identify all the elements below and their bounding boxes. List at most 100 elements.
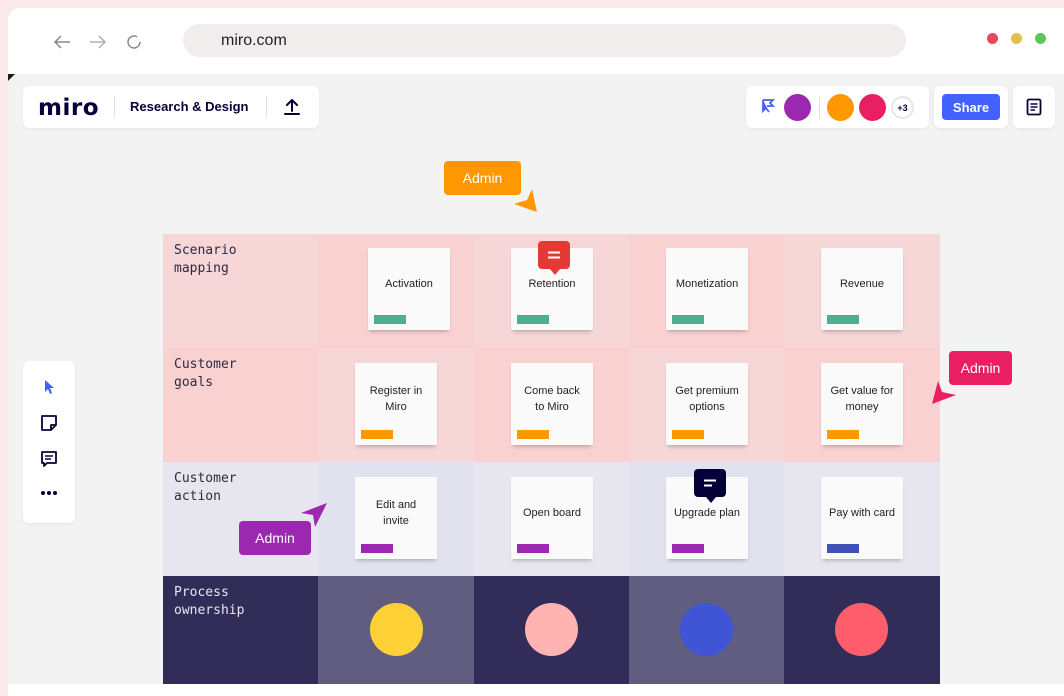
sticky-note-icon [41, 415, 57, 431]
cursor-arrow-icon [301, 503, 327, 527]
window-dot-red[interactable] [987, 33, 998, 44]
board-name[interactable]: Research & Design [130, 99, 249, 114]
customer-journey-grid: Scenario mapping Customer goals Customer… [163, 234, 940, 684]
sticky-note[interactable]: Come back to Miro [511, 363, 593, 445]
sticky-note-text: Register in Miro [369, 385, 423, 413]
collaborator-cursor-label: Admin [444, 161, 521, 195]
sticky-note[interactable]: Register in Miro [355, 363, 437, 445]
sticky-note-text: Upgrade plan [673, 507, 741, 519]
more-tools-button[interactable] [37, 481, 61, 505]
avatar[interactable] [827, 94, 854, 121]
row-header-cell: Customer goals [163, 348, 318, 462]
reload-icon [127, 35, 141, 49]
owner-circle[interactable] [370, 603, 423, 656]
address-bar[interactable]: miro.com [183, 24, 906, 57]
sticky-note[interactable]: Monetization [666, 248, 748, 330]
divider [114, 96, 115, 118]
share-button[interactable]: Share [942, 94, 1000, 120]
comment-marker[interactable] [694, 469, 726, 503]
avatar[interactable] [784, 94, 811, 121]
row-label: Customer goals [174, 357, 237, 390]
sticky-tag [672, 544, 704, 553]
sticky-note[interactable]: Revenue [821, 248, 903, 330]
row-header-cell: Scenario mapping [163, 234, 318, 348]
sticky-note-text: Monetization [675, 278, 739, 290]
arrow-left-icon [53, 35, 70, 49]
sticky-note-text: Open board [522, 507, 582, 519]
more-collaborators-badge[interactable]: +3 [891, 96, 914, 119]
reload-button[interactable] [122, 30, 146, 54]
owner-circle[interactable] [525, 603, 578, 656]
sticky-tag [517, 430, 549, 439]
notes-button[interactable] [1013, 86, 1055, 128]
sticky-note-tool[interactable] [37, 411, 61, 435]
sticky-tag [672, 315, 704, 324]
arrow-right-icon [90, 35, 107, 49]
cursor-follow-button[interactable] [761, 98, 776, 119]
browser-chrome: miro.com [8, 8, 1064, 74]
comment-icon [704, 479, 716, 487]
sticky-tag [517, 544, 549, 553]
row-label: Customer action [174, 471, 237, 504]
cursor-flag-icon [762, 99, 776, 114]
miro-logo[interactable]: miro [38, 95, 99, 121]
sticky-note[interactable]: Pay with card [821, 477, 903, 559]
window-dot-green[interactable] [1035, 33, 1046, 44]
sticky-note[interactable]: Open board [511, 477, 593, 559]
sticky-tag [517, 315, 549, 324]
left-toolbar [23, 361, 75, 523]
collaborators-panel: +3 [746, 86, 929, 128]
sticky-note[interactable]: Activation [368, 248, 450, 330]
row-header-cell: Process ownership [163, 576, 318, 684]
sticky-note-text: Retention [528, 278, 576, 290]
divider [266, 96, 267, 118]
sticky-note-text: Get premium options [675, 385, 739, 413]
sticky-tag [827, 315, 859, 324]
board-header-panel: miro Research & Design [23, 86, 319, 128]
forward-button[interactable] [86, 30, 110, 54]
board-canvas[interactable]: miro Research & Design +3 Share Scenario… [8, 74, 1064, 684]
sticky-note-text: Come back to Miro [524, 385, 580, 413]
window-dot-yellow[interactable] [1011, 33, 1022, 44]
url-text: miro.com [221, 31, 287, 49]
back-button[interactable] [50, 30, 74, 54]
sticky-tag [827, 544, 859, 553]
owner-circle[interactable] [835, 603, 888, 656]
sticky-tag [827, 430, 859, 439]
browser-window: miro.com miro Research & Design +3 Share… [8, 8, 1064, 696]
share-panel: Share [934, 86, 1008, 128]
comment-tool[interactable] [37, 447, 61, 471]
sticky-note-text: Activation [385, 278, 433, 290]
upload-icon [284, 99, 300, 115]
collaborator-cursor-label: Admin [949, 351, 1012, 385]
comment-icon [548, 251, 560, 259]
sticky-tag [374, 315, 406, 324]
sticky-tag [361, 544, 393, 553]
row-label: Process ownership [174, 585, 245, 618]
browser-bottom-edge [8, 684, 1064, 696]
sticky-tag [672, 430, 704, 439]
sticky-note-text: Pay with card [828, 507, 896, 519]
sticky-note-text: Revenue [839, 278, 885, 290]
comment-icon [41, 451, 57, 467]
upload-button[interactable] [281, 96, 303, 118]
row-label: Scenario mapping [174, 243, 237, 276]
sticky-note-text: Edit and invite [375, 499, 417, 527]
cursor-icon [45, 380, 54, 394]
owner-circle[interactable] [680, 603, 733, 656]
select-tool[interactable] [37, 375, 61, 399]
document-icon [1026, 98, 1042, 116]
divider [819, 97, 820, 119]
sticky-tag [361, 430, 393, 439]
row-header-cell: Customer action [163, 462, 318, 576]
comment-marker[interactable] [538, 241, 570, 275]
avatar[interactable] [859, 94, 886, 121]
cursor-arrow-icon [932, 381, 956, 404]
sticky-note[interactable]: Edit and invite [355, 477, 437, 559]
cursor-arrow-icon [514, 189, 537, 212]
sticky-note-text: Get value for money [830, 385, 894, 413]
sticky-note[interactable]: Get value for money [821, 363, 903, 445]
canvas-corner [8, 74, 15, 81]
more-icon [41, 491, 57, 495]
sticky-note[interactable]: Get premium options [666, 363, 748, 445]
